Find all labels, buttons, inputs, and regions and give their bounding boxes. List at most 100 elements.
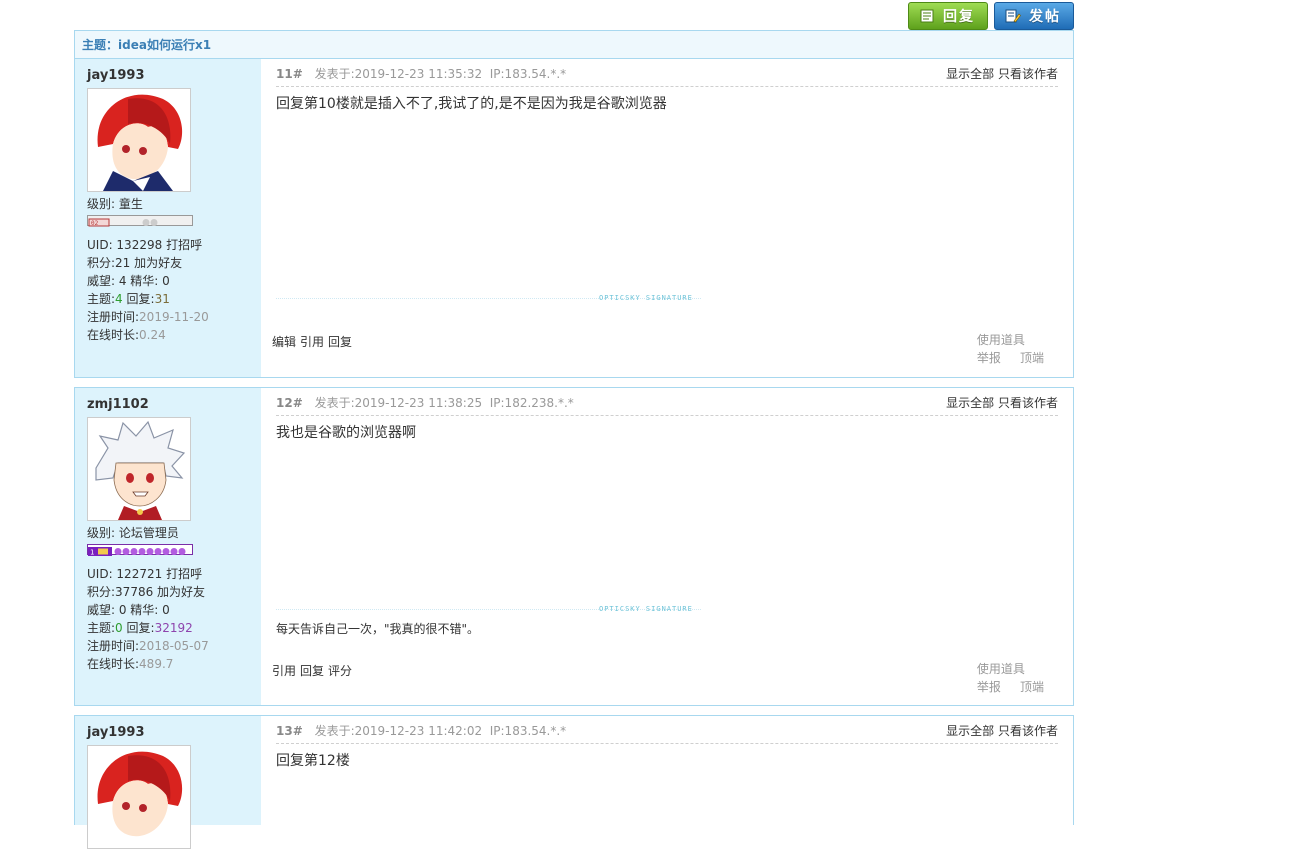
only-author-link[interactable]: 只看该作者 (998, 724, 1058, 738)
add-friend-link[interactable]: 加为好友 (134, 256, 182, 270)
post-ip: IP:183.54.*.* (489, 724, 567, 738)
post-actions: 编辑 引用 回复 (272, 333, 356, 350)
uid: UID: 122721 (87, 567, 163, 581)
show-all-link[interactable]: 显示全部 (946, 724, 994, 738)
topics-label: 主题: (87, 292, 116, 306)
post-header: 13# 发表于:2019-12-23 11:42:02 IP:183.54.*.… (276, 722, 1058, 744)
rate-link[interactable]: 评分 (328, 664, 352, 678)
topics-count: 0 (115, 621, 123, 635)
signature-tag: OPTICSKY SIGNATURE (599, 605, 693, 613)
user-stats: UID: 132298 打招呼 积分:21 加为好友 威望: 4 精华: 0 主… (87, 236, 209, 344)
user-level: 级别: 论坛管理员 (87, 526, 179, 540)
edit-icon (1005, 9, 1021, 23)
new-post-button[interactable]: 发帖 (994, 2, 1074, 30)
quote-link[interactable]: 引用 (300, 335, 324, 349)
reg-label: 注册时间: (87, 639, 140, 653)
thread-subject: 主题： idea如何运行x1 (74, 30, 1074, 59)
username[interactable]: zmj1102 (87, 397, 149, 412)
avatar[interactable] (87, 88, 191, 192)
forum-thread: 回复 发帖 主题： idea如何运行x1 jay1993 级别: 童生 02 U… (74, 0, 1074, 849)
avatar-red-hair-image (88, 746, 190, 848)
post-floor-11: jay1993 级别: 童生 02 UID: 132298 打招呼 积分:21 … (74, 59, 1074, 378)
reply-button-label: 回复 (943, 9, 975, 25)
add-friend-link[interactable]: 加为好友 (157, 585, 205, 599)
post-header: 12# 发表于:2019-12-23 11:38:25 IP:182.238.*… (276, 394, 1058, 416)
post-header: 11# 发表于:2019-12-23 11:35:32 IP:183.54.*.… (276, 65, 1058, 87)
back-to-top-link[interactable]: 顶端 (1020, 680, 1044, 694)
user-panel: jay1993 (75, 716, 261, 849)
edit-link[interactable]: 编辑 (272, 335, 296, 349)
level-rank-bar: 02 (87, 215, 193, 227)
online-time: 489.7 (139, 657, 174, 671)
floor-number[interactable]: 12# (276, 396, 303, 410)
thread-toolbar: 回复 发帖 (74, 0, 1074, 30)
level-rank-bar: 1 (87, 544, 193, 557)
replies-count: 31 (154, 292, 170, 306)
post-body: 13# 发表于:2019-12-23 11:42:02 IP:183.54.*.… (261, 716, 1073, 825)
show-all-link[interactable]: 显示全部 (946, 67, 994, 81)
svg-text:1: 1 (90, 549, 94, 557)
post-content: 回复第10楼就是插入不了,我试了的,是不是因为我是谷歌浏览器 (276, 96, 667, 112)
subject-prefix: 主题： (82, 38, 119, 52)
username[interactable]: jay1993 (87, 725, 144, 740)
reply-button[interactable]: 回复 (908, 2, 988, 30)
floor-number[interactable]: 11# (276, 67, 303, 81)
online-time: 0.24 (139, 328, 166, 342)
user-level: 级别: 童生 (87, 197, 143, 211)
quote-link[interactable]: 引用 (272, 664, 296, 678)
report-link[interactable]: 举报 (977, 680, 1001, 694)
view-links: 显示全部 只看该作者 (946, 722, 1058, 739)
view-links: 显示全部 只看该作者 (946, 394, 1058, 411)
avatar-white-hair-image (88, 418, 190, 520)
signature-text: 每天告诉自己一次，"我真的很不错"。 (276, 622, 480, 636)
uid: UID: 132298 (87, 238, 163, 252)
post-time: 发表于:2019-12-23 11:35:32 (314, 67, 483, 81)
avatar-red-hair-image (88, 89, 190, 191)
replies-label: 回复: (126, 621, 155, 635)
report-link[interactable]: 举报 (977, 351, 1001, 365)
reg-label: 注册时间: (87, 310, 140, 324)
post-actions: 引用 回复 评分 (272, 662, 356, 679)
use-item-link[interactable]: 使用道具 (977, 662, 1025, 676)
back-to-top-link[interactable]: 顶端 (1020, 351, 1044, 365)
topics-label: 主题: (87, 621, 116, 635)
post-body: 11# 发表于:2019-12-23 11:35:32 IP:183.54.*.… (261, 59, 1073, 377)
only-author-link[interactable]: 只看该作者 (998, 67, 1058, 81)
online-label: 在线时长: (87, 657, 140, 671)
floor-number[interactable]: 13# (276, 724, 303, 738)
svg-text:02: 02 (91, 220, 99, 227)
new-post-button-label: 发帖 (1029, 9, 1061, 25)
prestige: 威望: 4 精华: 0 (87, 274, 170, 288)
post-content: 回复第12楼 (276, 753, 350, 769)
user-panel: zmj1102 级别: 论坛管理员 1 UID: 122721 打招呼 积分:3… (75, 388, 261, 705)
post-ip: IP:183.54.*.* (489, 67, 567, 81)
online-label: 在线时长: (87, 328, 140, 342)
username[interactable]: jay1993 (87, 68, 144, 83)
subject-title[interactable]: idea如何运行x1 (118, 36, 211, 53)
post-time: 发表于:2019-12-23 11:38:25 (314, 396, 483, 410)
use-item-link[interactable]: 使用道具 (977, 333, 1025, 347)
greet-link[interactable]: 打招呼 (166, 567, 202, 581)
reg-date: 2018-05-07 (139, 639, 209, 653)
points: 积分:21 (87, 256, 131, 270)
prestige: 威望: 0 精华: 0 (87, 603, 170, 617)
avatar[interactable] (87, 745, 191, 849)
only-author-link[interactable]: 只看该作者 (998, 396, 1058, 410)
post-tools: 使用道具 举报 顶端 (977, 660, 1044, 696)
post-content: 我也是谷歌的浏览器啊 (276, 425, 416, 441)
user-stats: UID: 122721 打招呼 积分:37786 加为好友 威望: 0 精华: … (87, 565, 209, 673)
post-body: 12# 发表于:2019-12-23 11:38:25 IP:182.238.*… (261, 388, 1073, 705)
post-ip: IP:182.238.*.* (489, 396, 574, 410)
reply-link[interactable]: 回复 (328, 335, 352, 349)
avatar[interactable] (87, 417, 191, 521)
view-links: 显示全部 只看该作者 (946, 65, 1058, 82)
post-time: 发表于:2019-12-23 11:42:02 (314, 724, 483, 738)
greet-link[interactable]: 打招呼 (166, 238, 202, 252)
show-all-link[interactable]: 显示全部 (946, 396, 994, 410)
reg-date: 2019-11-20 (139, 310, 209, 324)
replies-label: 回复: (126, 292, 155, 306)
signature-tag: OPTICSKY SIGNATURE (599, 294, 693, 302)
reply-link[interactable]: 回复 (300, 664, 324, 678)
user-panel: jay1993 级别: 童生 02 UID: 132298 打招呼 积分:21 … (75, 59, 261, 377)
post-floor-12: zmj1102 级别: 论坛管理员 1 UID: 122721 打招呼 积分:3… (74, 387, 1074, 706)
